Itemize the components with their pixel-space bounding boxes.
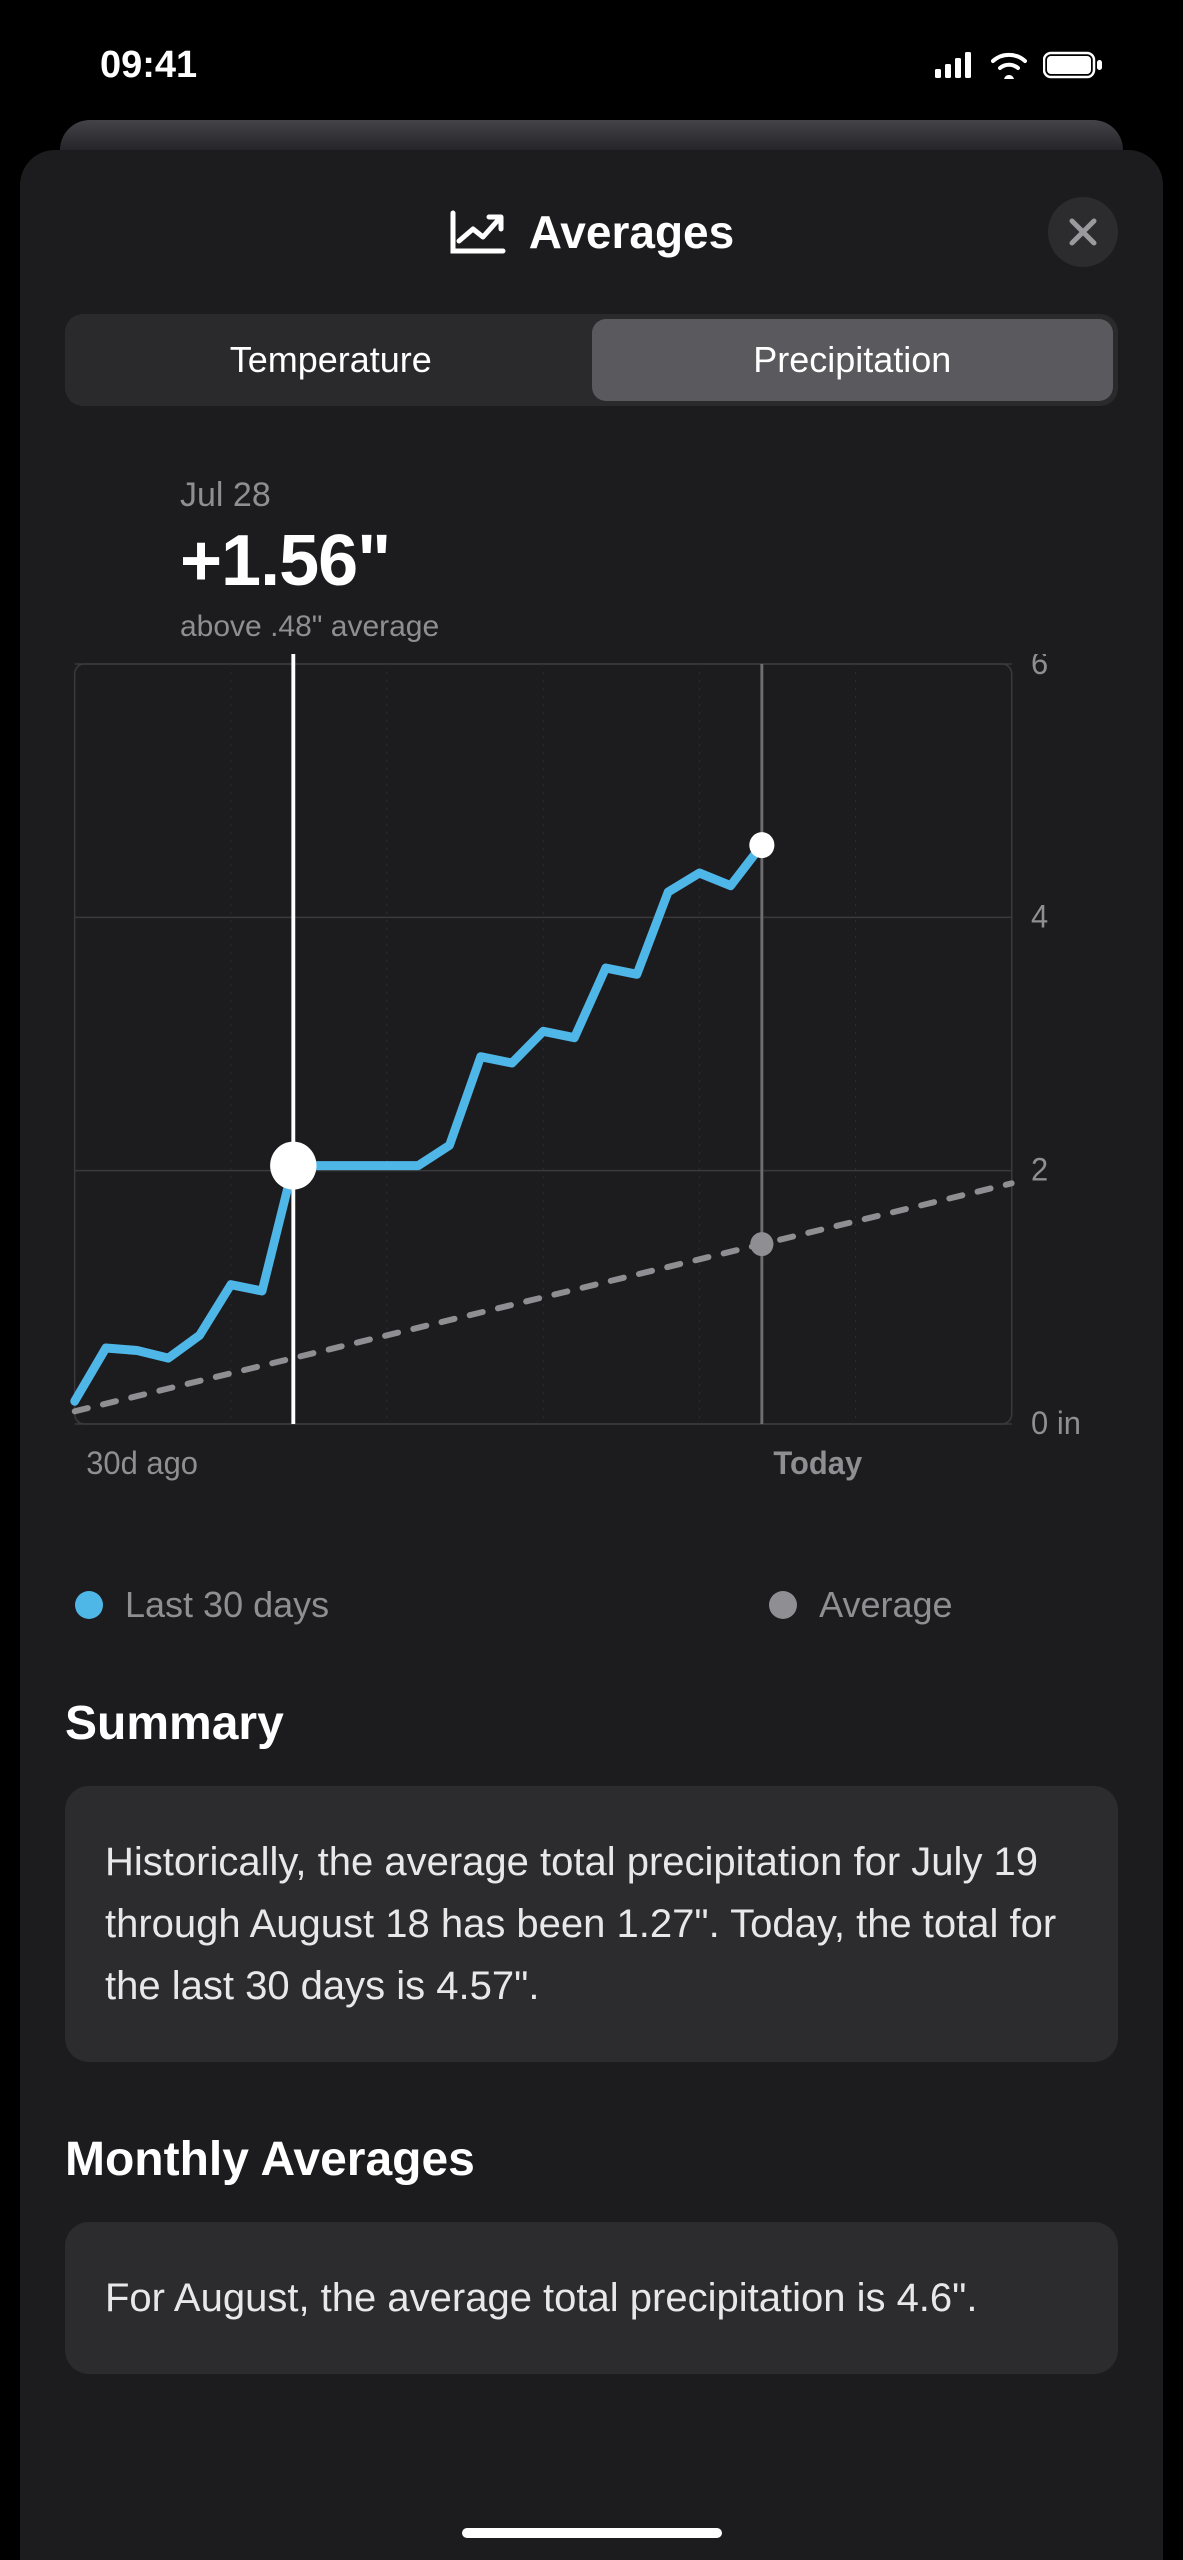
summary-title: Summary: [65, 1696, 1118, 1751]
monthly-averages-title: Monthly Averages: [65, 2132, 1118, 2187]
chart-callout: Jul 28 +1.56" above .48" average: [180, 476, 1118, 644]
monthly-averages-card: For August, the average total precipitat…: [65, 2222, 1118, 2374]
precipitation-chart[interactable]: 0 in 2 4 6 30d ago Today: [65, 654, 1118, 1534]
chart-callout-date: Jul 28: [180, 476, 1118, 515]
summary-text: Historically, the average total precipit…: [105, 1840, 1056, 2008]
home-indicator[interactable]: [462, 2528, 722, 2538]
legend-dot-last30: [75, 1591, 103, 1619]
legend-label-avg: Average: [819, 1584, 952, 1626]
svg-text:Today: Today: [773, 1446, 862, 1482]
chart-line-icon: [449, 209, 507, 255]
close-button[interactable]: [1048, 197, 1118, 267]
sheet-header: Averages: [65, 205, 1118, 259]
legend-last-30: Last 30 days: [75, 1584, 329, 1626]
legend-dot-avg: [769, 1591, 797, 1619]
svg-text:30d ago: 30d ago: [86, 1446, 198, 1482]
battery-icon: [1043, 51, 1103, 79]
legend-label-last30: Last 30 days: [125, 1584, 329, 1626]
tab-precipitation[interactable]: Precipitation: [592, 319, 1114, 401]
close-icon: [1068, 217, 1098, 247]
sheet-background-peek: [60, 120, 1123, 150]
segment-control: Temperature Precipitation: [65, 314, 1118, 406]
svg-text:0 in: 0 in: [1031, 1406, 1081, 1442]
status-icons: [935, 51, 1103, 79]
monthly-averages-text: For August, the average total precipitat…: [105, 2276, 977, 2320]
cellular-icon: [935, 52, 975, 78]
summary-card: Historically, the average total precipit…: [65, 1786, 1118, 2062]
page-title-text: Averages: [529, 205, 734, 259]
wifi-icon: [989, 51, 1029, 79]
averages-sheet: Averages Temperature Precipitation Jul 2…: [20, 150, 1163, 2560]
status-bar: 09:41: [0, 0, 1183, 120]
svg-text:2: 2: [1031, 1152, 1048, 1188]
page-title: Averages: [449, 205, 734, 259]
tab-temperature[interactable]: Temperature: [70, 319, 592, 401]
svg-text:6: 6: [1031, 654, 1048, 681]
svg-text:4: 4: [1031, 899, 1048, 935]
chart-callout-sub: above .48" average: [180, 610, 1118, 644]
chart-legend: Last 30 days Average: [65, 1584, 1118, 1626]
legend-average: Average: [769, 1584, 952, 1626]
chart-svg: 0 in 2 4 6 30d ago Today: [65, 654, 1118, 1534]
chart-callout-value: +1.56": [180, 520, 1118, 602]
status-time: 09:41: [100, 44, 197, 87]
